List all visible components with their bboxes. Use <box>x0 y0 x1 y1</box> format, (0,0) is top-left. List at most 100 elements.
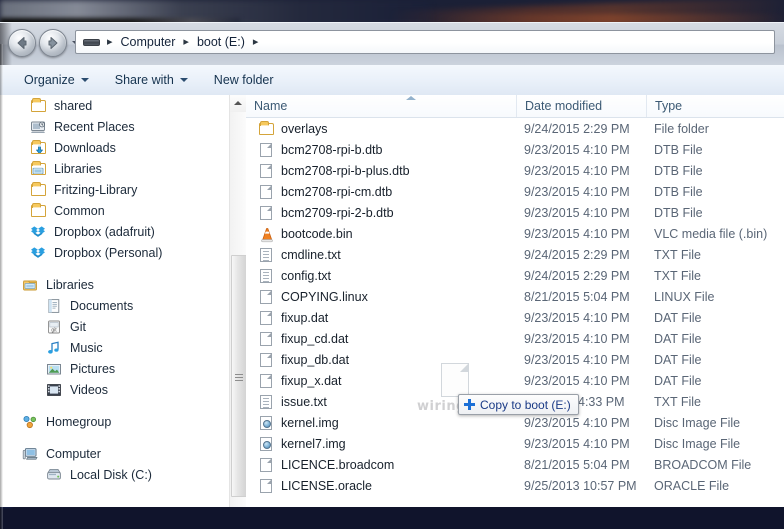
column-header-type[interactable]: Type <box>646 95 784 117</box>
forward-arrow-icon <box>48 37 58 49</box>
sidebar-item-label: Pictures <box>70 361 116 376</box>
table-row[interactable]: overlays 9/24/2015 2:29 PM File folder <box>246 118 784 139</box>
scroll-up-arrow[interactable] <box>230 95 246 112</box>
file-type-cell: File folder <box>654 121 709 136</box>
sidebar-item-videos[interactable]: Videos <box>0 379 229 400</box>
explorer-content: shared Recent Places Downloads Libraries Fri… <box>0 95 784 507</box>
drag-ghost-file-icon <box>441 363 469 397</box>
file-type-cell: TXT File <box>654 247 701 262</box>
table-row[interactable]: LICENCE.broadcom 8/21/2015 5:04 PM BROADCO… <box>246 454 784 475</box>
text-file-icon <box>258 268 274 284</box>
file-date-cell: 9/24/2015 2:29 PM <box>524 268 630 283</box>
file-name-label: bcm2708-rpi-b.dtb <box>281 142 383 157</box>
file-name-cell: cmdline.txt <box>246 247 516 263</box>
file-name-cell: bcm2708-rpi-b.dtb <box>246 142 516 158</box>
file-name-cell: config.txt <box>246 268 516 284</box>
share-with-label: Share with <box>114 73 174 87</box>
drag-drop-tooltip-label: Copy to boot (E:) <box>480 397 571 412</box>
breadcrumb-computer[interactable]: Computer <box>118 34 179 50</box>
table-row[interactable]: kernel7.img 9/23/2015 4:10 PM Disc Image F… <box>246 433 784 454</box>
sidebar-item-homegroup[interactable]: Homegroup <box>0 411 229 432</box>
file-date-cell: 9/23/2015 4:10 PM <box>524 205 630 220</box>
sidebar-item-libraries[interactable]: Libraries <box>0 158 229 179</box>
file-type-cell: Disc Image File <box>654 436 741 451</box>
table-row[interactable]: fixup_x.dat 9/23/2015 4:10 PM DAT File <box>246 370 784 391</box>
downloads-icon <box>30 139 48 156</box>
address-bar[interactable]: ▸ Computer ▸ boot (E:) ▸ <box>75 30 775 54</box>
sidebar-item-libraries[interactable]: Libraries <box>0 274 229 295</box>
table-row[interactable]: kernel.img 9/23/2015 4:10 PM Disc Image Fi… <box>246 412 784 433</box>
table-row[interactable]: fixup_db.dat 9/23/2015 4:10 PM DAT File <box>246 349 784 370</box>
file-name-cell: fixup_db.dat <box>246 352 516 368</box>
share-with-button[interactable]: Share with <box>105 69 198 91</box>
organize-button[interactable]: Organize <box>14 69 99 91</box>
file-type-cell: DAT File <box>654 310 702 325</box>
file-date-cell: 9/23/2015 4:10 PM <box>524 352 630 367</box>
table-row[interactable]: COPYING.linux 8/21/2015 5:04 PM LINUX File <box>246 286 784 307</box>
file-name-label: kernel7.img <box>281 436 346 451</box>
file-date-cell: 9/23/2015 4:10 PM <box>524 226 630 241</box>
column-header-row: Name Date modified Type <box>246 95 784 118</box>
new-folder-label: New folder <box>213 73 274 87</box>
sidebar-item-common[interactable]: Common <box>0 200 229 221</box>
file-type-cell: VLC media file (.bin) <box>654 226 768 241</box>
file-name-cell: kernel7.img <box>246 436 516 452</box>
drag-drop-tooltip: Copy to boot (E:) <box>458 394 579 415</box>
forward-button[interactable] <box>39 29 67 57</box>
column-header-name[interactable]: Name <box>246 95 516 117</box>
file-rows-container: overlays 9/24/2015 2:29 PM File folder bcm2… <box>246 118 784 496</box>
column-header-date-modified[interactable]: Date modified <box>516 95 646 117</box>
file-name-label: bootcode.bin <box>281 226 353 241</box>
breadcrumb-boot-drive[interactable]: boot (E:) <box>194 34 248 50</box>
file-name-label: fixup_cd.dat <box>281 331 349 346</box>
navigation-pane-scrollbar[interactable] <box>229 95 247 507</box>
back-button[interactable] <box>8 29 36 57</box>
table-row[interactable]: fixup_cd.dat 9/23/2015 4:10 PM DAT File <box>246 328 784 349</box>
generic-file-icon <box>258 205 274 221</box>
table-row[interactable]: cmdline.txt 9/24/2015 2:29 PM TXT File <box>246 244 784 265</box>
dropbox-icon <box>30 245 48 261</box>
scrollbar-grip <box>235 374 243 381</box>
sidebar-item-computer[interactable]: Computer <box>0 443 229 464</box>
breadcrumb-separator-root[interactable]: ▸ <box>107 36 113 48</box>
generic-file-icon <box>258 163 274 179</box>
nav-group-spacer <box>0 263 229 274</box>
sidebar-item-dropbox-personal[interactable]: Dropbox (Personal) <box>0 242 229 263</box>
table-row[interactable]: bootcode.bin 9/23/2015 4:10 PM VLC media f… <box>246 223 784 244</box>
command-bar: Organize Share with New folder <box>0 65 784 96</box>
table-row[interactable]: bcm2709-rpi-2-b.dtb 9/23/2015 4:10 PM DTB … <box>246 202 784 223</box>
sidebar-item-documents[interactable]: Documents <box>0 295 229 316</box>
breadcrumb-separator-2[interactable]: ▸ <box>253 36 259 48</box>
sidebar-item-downloads[interactable]: Downloads <box>0 137 229 158</box>
breadcrumb-separator-1[interactable]: ▸ <box>183 36 189 48</box>
sidebar-item-dropbox-adafruit[interactable]: Dropbox (adafruit) <box>0 221 229 242</box>
sidebar-item-shared[interactable]: shared <box>0 95 229 116</box>
sidebar-item-pictures[interactable]: Pictures <box>0 358 229 379</box>
new-folder-button[interactable]: New folder <box>204 69 284 91</box>
sidebar-item-local-disk-c[interactable]: Local Disk (C:) <box>0 464 229 485</box>
file-name-label: fixup_x.dat <box>281 373 342 388</box>
file-name-label: overlays <box>281 121 328 136</box>
file-name-cell: bcm2709-rpi-2-b.dtb <box>246 205 516 221</box>
sidebar-item-git[interactable]: git Git <box>0 316 229 337</box>
homegroup-icon <box>22 414 40 430</box>
file-type-cell: Disc Image File <box>654 415 741 430</box>
generic-file-icon <box>258 310 274 326</box>
table-row[interactable]: bcm2708-rpi-b.dtb 9/23/2015 4:10 PM DTB Fi… <box>246 139 784 160</box>
file-name-cell: fixup_cd.dat <box>246 331 516 347</box>
table-row[interactable]: config.txt 9/24/2015 2:29 PM TXT File <box>246 265 784 286</box>
documents-icon <box>46 298 64 314</box>
table-row[interactable]: fixup.dat 9/23/2015 4:10 PM DAT File <box>246 307 784 328</box>
organize-label: Organize <box>24 73 75 87</box>
table-row[interactable]: bcm2708-rpi-b-plus.dtb 9/23/2015 4:10 PM D… <box>246 160 784 181</box>
sidebar-item-music[interactable]: Music <box>0 337 229 358</box>
file-type-cell: DTB File <box>654 205 703 220</box>
sidebar-item-fritzing-library[interactable]: Fritzing-Library <box>0 179 229 200</box>
sidebar-item-label: Music <box>70 340 103 355</box>
table-row[interactable]: LICENSE.oracle 9/25/2013 10:57 PM ORACLE F… <box>246 475 784 496</box>
file-name-cell: LICENSE.oracle <box>246 478 516 494</box>
scrollbar-thumb[interactable] <box>231 255 247 497</box>
sidebar-item-recent-places[interactable]: Recent Places <box>0 116 229 137</box>
table-row[interactable]: bcm2708-rpi-cm.dtb 9/23/2015 4:10 PM DTB F… <box>246 181 784 202</box>
nav-group-spacer <box>0 432 229 443</box>
